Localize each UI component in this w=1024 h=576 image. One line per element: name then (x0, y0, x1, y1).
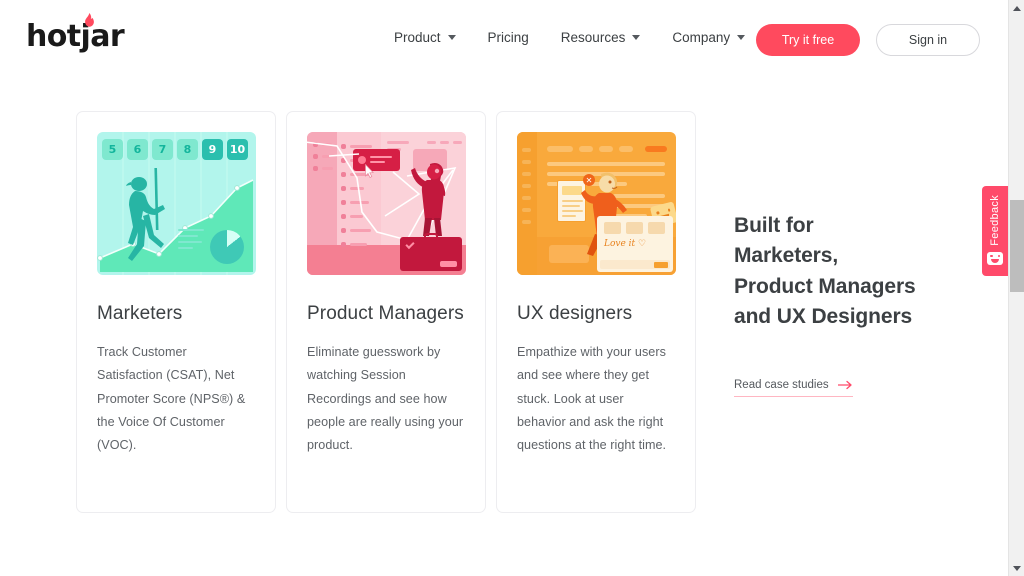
card-title: Marketers (97, 301, 255, 326)
arrow-right-icon (838, 380, 853, 390)
nps-box: 10 (227, 139, 248, 160)
nps-box: 6 (127, 139, 148, 160)
chevron-down-icon (448, 35, 456, 40)
persona-card-marketers[interactable]: 5 6 7 8 9 10 Marketers Track Customer Sa… (76, 111, 276, 513)
hotjar-logo[interactable]: hotjar (26, 22, 124, 52)
logo-wordmark: hotjar (26, 19, 124, 54)
cursor-icon (365, 164, 374, 178)
chevron-up-icon (1013, 6, 1021, 11)
page-content: hotjar Product Pricing Resources (0, 0, 1008, 576)
card-title: Product Managers (307, 301, 465, 326)
card-body: Eliminate guesswork by watching Session … (307, 341, 465, 457)
site-header: hotjar Product Pricing Resources (0, 0, 1008, 80)
persona-card-ux-designers[interactable]: ✕ (496, 111, 696, 513)
headline-line: and UX Designers (734, 302, 954, 332)
chevron-down-icon (632, 35, 640, 40)
nav-item-company[interactable]: Company (672, 30, 761, 45)
feedback-tab-label: Feedback (989, 195, 1001, 246)
nav-item-resources[interactable]: Resources (561, 30, 657, 45)
chevron-down-icon (1013, 566, 1021, 571)
feedback-survey-graphic: Love it ♡ (597, 216, 673, 272)
nav-item-pricing[interactable]: Pricing (488, 30, 545, 45)
nps-box: 9 (202, 139, 223, 160)
chevron-down-icon (737, 35, 745, 40)
page-title: Built for Marketers, Product Managers an… (734, 211, 954, 333)
survey-text: Love it ♡ (604, 239, 646, 249)
product-managers-illustration (307, 132, 466, 275)
sidebar-rail-graphic (517, 132, 537, 275)
nav-item-label: Product (394, 30, 441, 45)
nps-score-row: 5 6 7 8 9 10 (102, 139, 248, 160)
scroll-down-button[interactable] (1009, 560, 1024, 576)
persona-cards: 5 6 7 8 9 10 Marketers Track Customer Sa… (76, 111, 696, 513)
nps-box: 7 (152, 139, 173, 160)
nav-item-label: Resources (561, 30, 626, 45)
scrollbar-thumb[interactable] (1010, 200, 1024, 292)
person-illustration (408, 158, 450, 238)
vertical-scrollbar[interactable] (1008, 0, 1024, 576)
nps-box: 8 (177, 139, 198, 160)
feedback-tab[interactable]: Feedback (982, 186, 1008, 276)
chart-text-lines (178, 229, 204, 253)
main-navigation: Product Pricing Resources Company (394, 30, 761, 45)
card-title: UX designers (517, 301, 675, 326)
scroll-up-button[interactable] (1009, 0, 1024, 16)
sign-in-button[interactable]: Sign in (876, 24, 980, 56)
cta-label: Read case studies (734, 379, 829, 391)
headline-line: Product Managers (734, 272, 954, 302)
card-body: Empathize with your users and see where … (517, 341, 675, 457)
nav-item-label: Company (672, 30, 730, 45)
try-it-free-button[interactable]: Try it free (756, 24, 860, 56)
smiley-face-icon (987, 252, 1003, 265)
card-body: Track Customer Satisfaction (CSAT), Net … (97, 341, 255, 457)
headline-line: Marketers, (734, 241, 954, 271)
pie-chart-graphic (210, 230, 244, 264)
nps-box: 5 (102, 139, 123, 160)
browser-viewport: hotjar Product Pricing Resources (0, 0, 1024, 576)
nav-item-label: Pricing (488, 30, 529, 45)
marketers-illustration: 5 6 7 8 9 10 (97, 132, 256, 275)
flame-icon (84, 13, 95, 28)
briefcase-graphic (400, 237, 462, 271)
right-column: Built for Marketers, Product Managers an… (734, 211, 954, 397)
nav-item-product[interactable]: Product (394, 30, 472, 45)
read-case-studies-link[interactable]: Read case studies (734, 379, 853, 397)
headline-line: Built for (734, 211, 954, 241)
ux-designers-illustration: ✕ (517, 132, 676, 275)
persona-card-product-managers[interactable]: Product Managers Eliminate guesswork by … (286, 111, 486, 513)
